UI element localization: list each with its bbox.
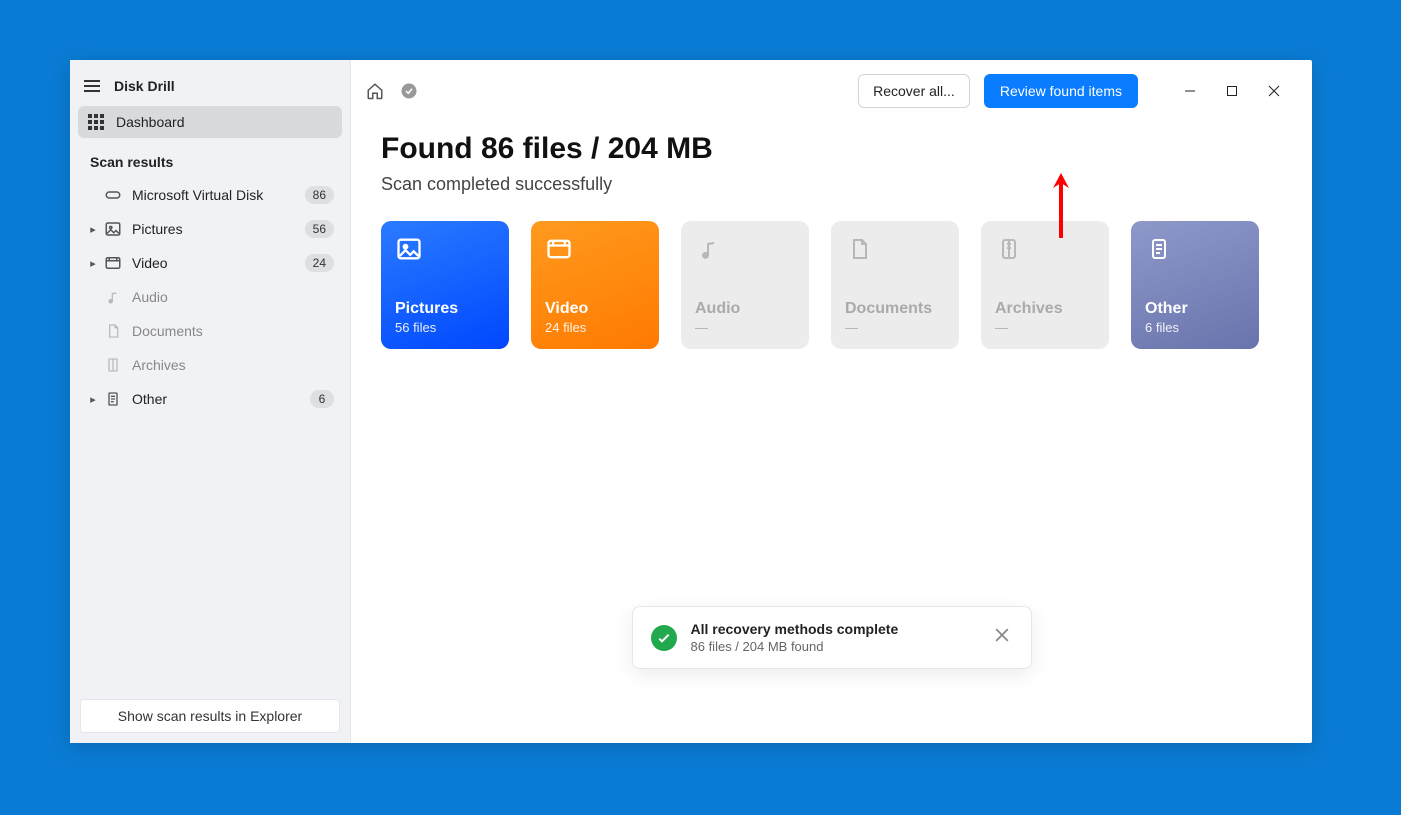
card-title: Video bbox=[545, 300, 645, 318]
toast: All recovery methods complete 86 files /… bbox=[632, 606, 1032, 669]
sidebar-item-label: Audio bbox=[132, 289, 334, 305]
count-badge: 6 bbox=[310, 390, 334, 408]
count-badge: 56 bbox=[305, 220, 334, 238]
close-icon[interactable] bbox=[991, 624, 1013, 651]
app-window: Disk Drill Dashboard Scan results ▸ Micr… bbox=[70, 60, 1312, 743]
recover-all-button[interactable]: Recover all... bbox=[858, 74, 970, 108]
close-button[interactable] bbox=[1254, 75, 1294, 107]
app-title: Disk Drill bbox=[114, 78, 175, 94]
document-icon bbox=[845, 235, 873, 263]
video-icon bbox=[545, 235, 573, 263]
sidebar-item-label: Pictures bbox=[132, 221, 305, 237]
card-sub: — bbox=[695, 320, 795, 335]
sidebar-item-documents[interactable]: ▸ Documents bbox=[80, 314, 340, 348]
sidebar-item-video[interactable]: ▸ Video 24 bbox=[80, 246, 340, 280]
check-icon bbox=[651, 625, 677, 651]
card-sub: — bbox=[845, 320, 945, 335]
card-sub: 6 files bbox=[1145, 320, 1245, 335]
card-sub: 56 files bbox=[395, 320, 495, 335]
card-title: Audio bbox=[695, 300, 795, 318]
sidebar-item-label: Archives bbox=[132, 357, 334, 373]
sidebar-item-label: Microsoft Virtual Disk bbox=[132, 187, 305, 203]
home-icon[interactable] bbox=[365, 81, 385, 101]
sidebar-item-label: Video bbox=[132, 255, 305, 271]
picture-icon bbox=[104, 220, 122, 238]
video-icon bbox=[104, 254, 122, 272]
sidebar-items: Dashboard Scan results ▸ Microsoft Virtu… bbox=[70, 106, 350, 689]
card-title: Other bbox=[1145, 300, 1245, 318]
sidebar-item-label: Other bbox=[132, 391, 310, 407]
card-title: Documents bbox=[845, 300, 945, 318]
hamburger-icon[interactable] bbox=[84, 80, 100, 92]
sidebar-item-pictures[interactable]: ▸ Pictures 56 bbox=[80, 212, 340, 246]
sidebar-item-disk[interactable]: ▸ Microsoft Virtual Disk 86 bbox=[80, 178, 340, 212]
chevron-right-icon[interactable]: ▸ bbox=[86, 257, 100, 270]
audio-icon bbox=[695, 235, 723, 263]
maximize-button[interactable] bbox=[1212, 75, 1252, 107]
other-file-icon bbox=[104, 390, 122, 408]
sidebar-item-label: Dashboard bbox=[116, 114, 185, 130]
card-pictures[interactable]: Pictures 56 files bbox=[381, 221, 509, 349]
page-subtitle: Scan completed successfully bbox=[381, 174, 1282, 195]
card-sub: — bbox=[995, 320, 1095, 335]
main-panel: Recover all... Review found items Found … bbox=[351, 60, 1312, 743]
card-other[interactable]: Other 6 files bbox=[1131, 221, 1259, 349]
toast-body: All recovery methods complete 86 files /… bbox=[691, 621, 977, 654]
sidebar-section-title: Scan results bbox=[78, 140, 342, 178]
card-documents[interactable]: Documents — bbox=[831, 221, 959, 349]
other-file-icon bbox=[1145, 235, 1173, 263]
card-sub: 24 files bbox=[545, 320, 645, 335]
chevron-right-icon[interactable]: ▸ bbox=[86, 393, 100, 406]
card-video[interactable]: Video 24 files bbox=[531, 221, 659, 349]
content: Found 86 files / 204 MB Scan completed s… bbox=[351, 122, 1312, 359]
count-badge: 24 bbox=[305, 254, 334, 272]
sidebar-footer: Show scan results in Explorer bbox=[70, 689, 350, 743]
audio-icon bbox=[104, 288, 122, 306]
sidebar-header: Disk Drill bbox=[70, 60, 350, 106]
card-audio[interactable]: Audio — bbox=[681, 221, 809, 349]
minimize-button[interactable] bbox=[1170, 75, 1210, 107]
page-title: Found 86 files / 204 MB bbox=[381, 132, 1282, 166]
archive-icon bbox=[104, 356, 122, 374]
sidebar-item-other[interactable]: ▸ Other 6 bbox=[80, 382, 340, 416]
toast-sub: 86 files / 204 MB found bbox=[691, 639, 977, 654]
chevron-right-icon[interactable]: ▸ bbox=[86, 223, 100, 236]
sidebar-item-label: Documents bbox=[132, 323, 334, 339]
sidebar-item-archives[interactable]: ▸ Archives bbox=[80, 348, 340, 382]
sidebar-item-audio[interactable]: ▸ Audio bbox=[80, 280, 340, 314]
sidebar: Disk Drill Dashboard Scan results ▸ Micr… bbox=[70, 60, 351, 743]
document-icon bbox=[104, 322, 122, 340]
picture-icon bbox=[395, 235, 423, 263]
review-found-items-button[interactable]: Review found items bbox=[984, 74, 1138, 108]
toast-title: All recovery methods complete bbox=[691, 621, 977, 637]
card-title: Archives bbox=[995, 300, 1095, 318]
window-controls bbox=[1170, 75, 1294, 107]
grid-icon bbox=[88, 114, 104, 130]
card-title: Pictures bbox=[395, 300, 495, 318]
toolbar: Recover all... Review found items bbox=[351, 60, 1312, 122]
card-archives[interactable]: Archives — bbox=[981, 221, 1109, 349]
sidebar-item-dashboard[interactable]: Dashboard bbox=[78, 106, 342, 138]
show-in-explorer-button[interactable]: Show scan results in Explorer bbox=[80, 699, 340, 733]
disk-icon bbox=[104, 186, 122, 204]
check-circle-icon[interactable] bbox=[399, 81, 419, 101]
archive-icon bbox=[995, 235, 1023, 263]
cards-row: Pictures 56 files Video 24 files bbox=[381, 221, 1282, 349]
count-badge: 86 bbox=[305, 186, 334, 204]
